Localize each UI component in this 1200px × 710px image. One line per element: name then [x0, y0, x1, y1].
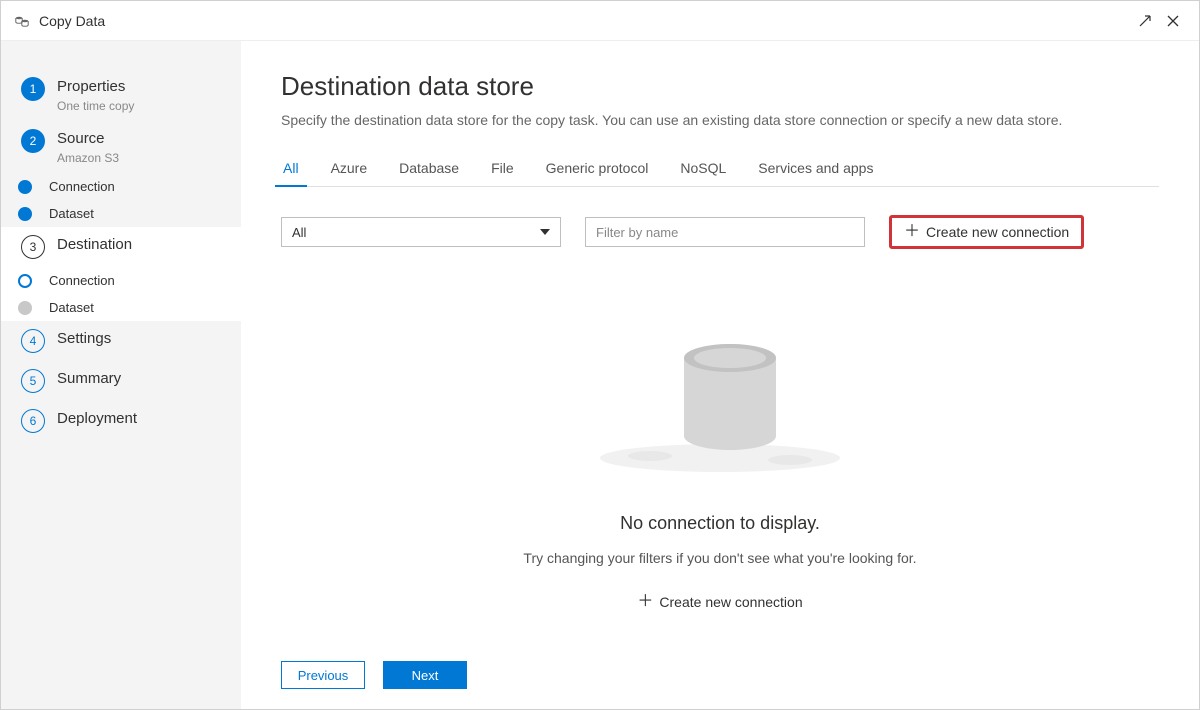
step-number-icon: 6 [21, 409, 45, 433]
step-title: Deployment [57, 409, 137, 429]
empty-subtitle: Try changing your filters if you don't s… [523, 550, 916, 566]
tab-file[interactable]: File [489, 152, 516, 186]
step-number-icon: 2 [21, 129, 45, 153]
filter-input[interactable] [596, 225, 854, 240]
empty-state: No connection to display. Try changing y… [281, 277, 1159, 641]
previous-button[interactable]: Previous [281, 661, 365, 689]
substep-source-connection[interactable]: Connection [49, 173, 241, 200]
step-title: Settings [57, 329, 111, 349]
wizard-footer: Previous Next [281, 641, 1159, 689]
tab-nosql[interactable]: NoSQL [678, 152, 728, 186]
step-number-icon: 5 [21, 369, 45, 393]
plus-icon: ＋ [904, 224, 920, 240]
substep-label: Connection [49, 273, 115, 288]
maximize-icon[interactable] [1131, 7, 1159, 35]
substep-destination-dataset[interactable]: Dataset [49, 294, 241, 321]
create-new-connection-button[interactable]: ＋ Create new connection [889, 215, 1084, 249]
titlebar: Copy Data [1, 1, 1199, 41]
tab-database[interactable]: Database [397, 152, 461, 186]
step-title: Properties [57, 77, 134, 97]
step-deployment[interactable]: 6 Deployment [1, 401, 241, 441]
step-destination[interactable]: 3 Destination [1, 227, 241, 267]
tab-services-and-apps[interactable]: Services and apps [756, 152, 875, 186]
copy-data-window: Copy Data 1 Properties One time copy [0, 0, 1200, 710]
dot-icon [18, 207, 32, 221]
filter-row: All ＋ Create new connection [281, 215, 1159, 249]
filter-by-name-input[interactable] [585, 217, 865, 247]
tab-generic-protocol[interactable]: Generic protocol [544, 152, 651, 186]
tab-all[interactable]: All [281, 152, 301, 186]
step-number-icon: 4 [21, 329, 45, 353]
substep-source-dataset[interactable]: Dataset [49, 200, 241, 227]
substep-label: Dataset [49, 300, 94, 315]
tab-azure[interactable]: Azure [329, 152, 370, 186]
copy-data-icon [13, 12, 31, 30]
step-source-substeps: Connection Dataset [1, 173, 241, 227]
empty-title: No connection to display. [620, 513, 820, 534]
step-subtitle: One time copy [57, 99, 134, 113]
chevron-down-icon [540, 229, 550, 235]
substep-label: Dataset [49, 206, 94, 221]
create-new-connection-label: Create new connection [926, 224, 1069, 240]
step-title: Source [57, 129, 119, 149]
dot-icon [18, 180, 32, 194]
step-source[interactable]: 2 Source Amazon S3 [1, 121, 241, 173]
filter-select[interactable]: All [281, 217, 561, 247]
step-number-icon: 3 [21, 235, 45, 259]
page-description: Specify the destination data store for t… [281, 112, 1159, 128]
create-new-connection-link-label: Create new connection [659, 594, 802, 610]
substep-destination-connection[interactable]: Connection [49, 267, 241, 294]
plus-icon: ＋ [637, 594, 653, 610]
step-summary[interactable]: 5 Summary [1, 361, 241, 401]
substep-label: Connection [49, 179, 115, 194]
close-icon[interactable] [1159, 7, 1187, 35]
step-title: Summary [57, 369, 121, 389]
main-content: Destination data store Specify the desti… [241, 41, 1199, 709]
step-properties[interactable]: 1 Properties One time copy [1, 69, 241, 121]
window-title: Copy Data [39, 13, 105, 29]
step-number-icon: 1 [21, 77, 45, 101]
step-destination-substeps: Connection Dataset [1, 267, 241, 321]
dot-icon [18, 301, 32, 315]
step-settings[interactable]: 4 Settings [1, 321, 241, 361]
filter-select-value: All [292, 225, 306, 240]
wizard-sidebar: 1 Properties One time copy 2 Source Amaz… [1, 41, 241, 709]
page-title: Destination data store [281, 71, 1159, 102]
datastore-tabs: All Azure Database File Generic protocol… [281, 152, 1159, 187]
database-empty-icon [590, 308, 850, 483]
step-subtitle: Amazon S3 [57, 151, 119, 165]
dot-icon [18, 274, 32, 288]
next-button[interactable]: Next [383, 661, 467, 689]
step-title: Destination [57, 235, 132, 255]
create-new-connection-link[interactable]: ＋ Create new connection [637, 594, 802, 610]
